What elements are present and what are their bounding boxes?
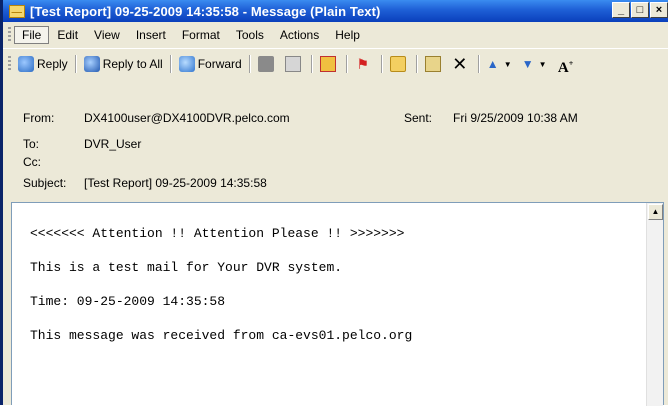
delete-button[interactable]: ✕ bbox=[448, 54, 475, 74]
font-size-button[interactable]: A+ bbox=[553, 54, 582, 76]
move-to-folder-button[interactable] bbox=[386, 54, 413, 74]
move-to-junk-button[interactable] bbox=[316, 54, 343, 74]
menu-edit[interactable]: Edit bbox=[49, 26, 86, 44]
envelope-icon bbox=[9, 4, 25, 18]
move-button[interactable] bbox=[421, 54, 448, 74]
from-value[interactable]: DX4100user@DX4100DVR.pelco.com bbox=[84, 111, 290, 125]
to-row: To: DVR_User bbox=[23, 137, 141, 151]
previous-item-button[interactable]: ▲ ▼ bbox=[483, 54, 518, 74]
body-line: Time: 09-25-2009 14:35:58 bbox=[30, 294, 226, 309]
body-line: This message was received from ca-evs01.… bbox=[30, 328, 413, 343]
forward-button[interactable]: Forward bbox=[175, 54, 246, 74]
up-arrow-icon: ▲ bbox=[486, 57, 499, 71]
flag-icon: ⚑ bbox=[356, 56, 370, 72]
dropdown-arrow-icon: ▼ bbox=[538, 59, 547, 69]
message-window: [Test Report] 09-25-2009 14:35:58 - Mess… bbox=[0, 0, 668, 406]
window-title: [Test Report] 09-25-2009 14:35:58 - Mess… bbox=[30, 3, 381, 19]
copy-icon bbox=[284, 56, 301, 72]
from-label: From: bbox=[23, 111, 55, 125]
reply-all-icon bbox=[83, 56, 100, 72]
from-row: From: DX4100user@DX4100DVR.pelco.com bbox=[23, 111, 290, 125]
delete-icon: ✕ bbox=[452, 54, 468, 74]
down-arrow-icon: ▼ bbox=[521, 57, 534, 71]
toolbar-separator bbox=[248, 55, 251, 73]
forward-label: Forward bbox=[197, 57, 242, 71]
subject-value: [Test Report] 09-25-2009 14:35:58 bbox=[84, 176, 267, 190]
close-button[interactable]: × bbox=[650, 2, 668, 18]
forward-icon bbox=[178, 56, 195, 72]
print-icon bbox=[257, 56, 274, 72]
reply-icon bbox=[18, 56, 34, 72]
menu-format[interactable]: Format bbox=[174, 26, 228, 44]
copy-button[interactable] bbox=[281, 54, 308, 74]
menu-tools[interactable]: Tools bbox=[228, 26, 272, 44]
reply-all-label: Reply to All bbox=[102, 57, 163, 71]
subject-label: Subject: bbox=[23, 176, 67, 190]
toolbar: Reply Reply to All Forward ⚑ ✕ ▲ ▼ ▼ ▼ A… bbox=[3, 48, 668, 79]
sent-row: Sent: Fri 9/25/2009 10:38 AM bbox=[404, 111, 578, 125]
toolbar-separator bbox=[310, 55, 313, 73]
menu-insert[interactable]: Insert bbox=[128, 26, 174, 44]
vertical-scrollbar[interactable]: ▲ bbox=[646, 203, 663, 406]
maximize-button[interactable]: □ bbox=[631, 2, 649, 18]
toolbar-separator bbox=[345, 55, 348, 73]
junk-mail-icon bbox=[319, 56, 336, 72]
subject-row: Subject: [Test Report] 09-25-2009 14:35:5… bbox=[23, 176, 267, 190]
toolbar-separator bbox=[380, 55, 383, 73]
window-controls: _ □ × bbox=[611, 2, 668, 18]
message-header: From: DX4100user@DX4100DVR.pelco.com Sent… bbox=[3, 80, 668, 198]
menu-actions[interactable]: Actions bbox=[272, 26, 327, 44]
reply-button[interactable]: Reply bbox=[14, 54, 72, 74]
menu-grip[interactable] bbox=[8, 27, 11, 43]
toolbar-separator bbox=[74, 55, 77, 73]
message-text[interactable]: <<<<<<< Attention !! Attention Please !!… bbox=[30, 217, 412, 353]
reply-all-button[interactable]: Reply to All bbox=[80, 54, 167, 74]
font-size-icon: A+ bbox=[557, 59, 574, 76]
toolbar-separator bbox=[169, 55, 172, 73]
menu-help[interactable]: Help bbox=[327, 26, 368, 44]
reply-label: Reply bbox=[37, 57, 68, 71]
to-value[interactable]: DVR_User bbox=[84, 137, 141, 151]
next-item-button[interactable]: ▼ ▼ bbox=[518, 54, 553, 74]
print-button[interactable] bbox=[254, 54, 281, 74]
menu-bar: File Edit View Insert Format Tools Actio… bbox=[3, 22, 668, 48]
menu-view[interactable]: View bbox=[86, 26, 128, 44]
toolbar-separator bbox=[477, 55, 480, 73]
body-line: This is a test mail for Your DVR system. bbox=[30, 260, 343, 275]
folder-icon bbox=[389, 56, 406, 72]
cc-label: Cc: bbox=[23, 155, 41, 169]
cc-row: Cc: bbox=[23, 155, 84, 169]
sent-label: Sent: bbox=[404, 111, 433, 125]
follow-up-flag-button[interactable]: ⚑ bbox=[351, 54, 378, 74]
scroll-up-icon[interactable]: ▲ bbox=[648, 204, 663, 220]
toolbar-grip[interactable] bbox=[8, 56, 11, 72]
sent-value: Fri 9/25/2009 10:38 AM bbox=[453, 111, 578, 125]
body-line: <<<<<<< Attention !! Attention Please !!… bbox=[30, 226, 405, 241]
dropdown-arrow-icon: ▼ bbox=[503, 59, 512, 69]
minimize-button[interactable]: _ bbox=[612, 2, 630, 18]
move-icon bbox=[424, 56, 441, 72]
message-body[interactable]: <<<<<<< Attention !! Attention Please !!… bbox=[11, 202, 664, 406]
title-bar[interactable]: [Test Report] 09-25-2009 14:35:58 - Mess… bbox=[3, 0, 668, 22]
to-label: To: bbox=[23, 137, 40, 151]
menu-file[interactable]: File bbox=[14, 26, 50, 44]
toolbar-separator bbox=[415, 55, 418, 73]
